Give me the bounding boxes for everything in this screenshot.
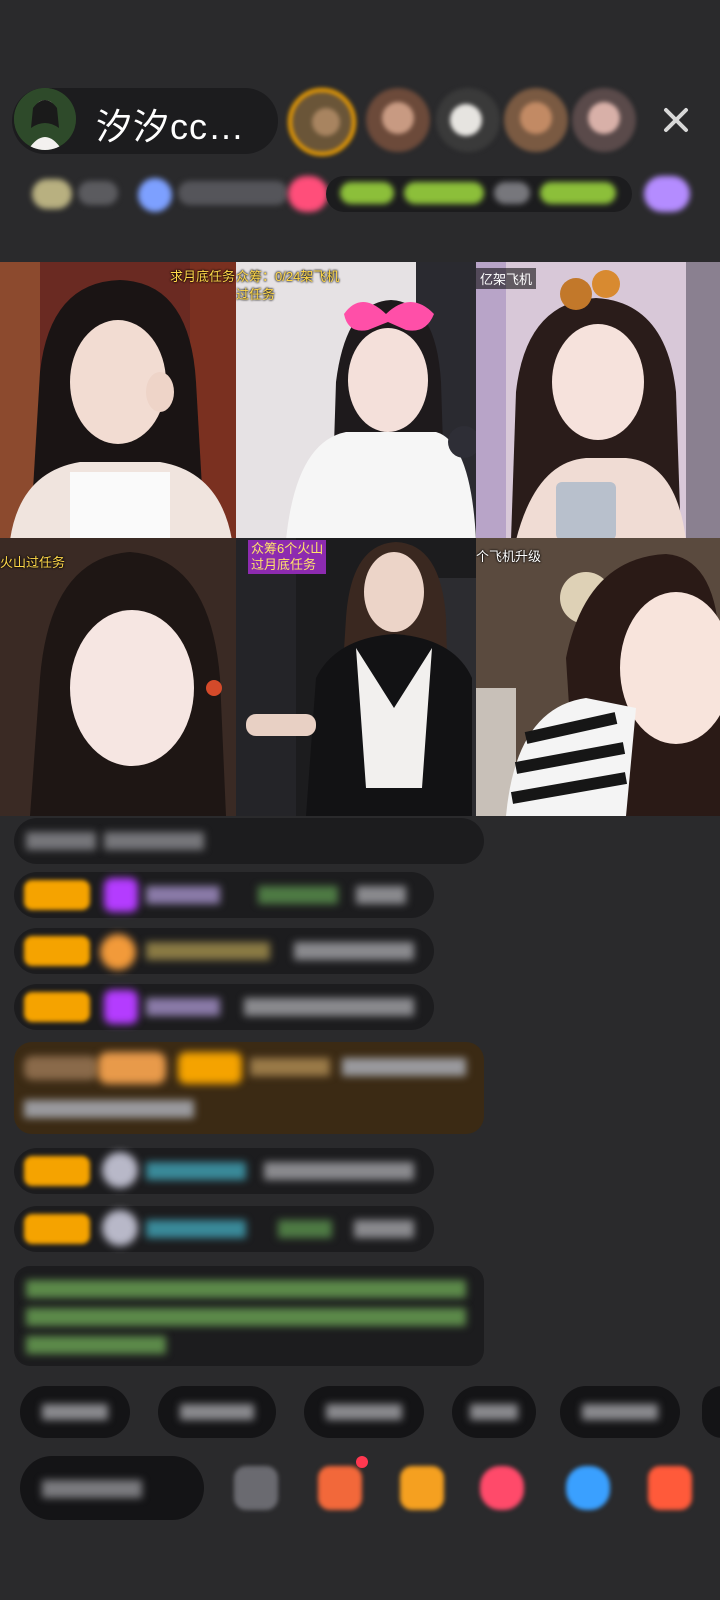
chat-message[interactable]	[14, 872, 434, 918]
guest-video-image	[236, 262, 476, 540]
fan-level-badge	[24, 1214, 90, 1244]
guest-video-image	[236, 538, 476, 816]
guest-task-tag: 个飞机升级	[476, 549, 542, 564]
host-name[interactable]: 汐汐cc…	[96, 98, 245, 150]
viewer-avatar-3[interactable]	[436, 88, 500, 152]
guest-video-image	[476, 262, 720, 540]
guest-video-4[interactable]: 火山过任务	[0, 538, 236, 816]
host-avatar[interactable]	[14, 88, 76, 150]
viewer-avatar-4[interactable]	[504, 88, 568, 152]
more-gifts-icon[interactable]	[648, 1466, 692, 1510]
guest-video-3[interactable]: 亿架飞机	[476, 262, 720, 540]
chat-message[interactable]	[14, 818, 484, 864]
diamond-icon	[104, 990, 138, 1024]
user-avatar	[102, 1210, 138, 1246]
noble-badge	[98, 1052, 166, 1084]
fan-level-badge	[24, 992, 90, 1022]
quick-action-button[interactable]	[20, 1386, 130, 1438]
avatar-image	[14, 88, 76, 150]
guest-video-1[interactable]: 求月底任务	[0, 262, 236, 540]
guest-video-5[interactable]: 众筹6个火山 过月底任务	[236, 538, 476, 816]
chat-message[interactable]	[14, 1148, 434, 1194]
highlight-chat-message[interactable]	[14, 1042, 484, 1134]
guest-video-2[interactable]: 众筹：0/24架飞机 过任务	[236, 262, 476, 540]
guest-video-image	[0, 538, 236, 816]
quick-action-button[interactable]	[560, 1386, 680, 1438]
guest-task-tag: 亿架飞机	[476, 268, 537, 289]
quick-action-button[interactable]	[158, 1386, 276, 1438]
multi-guest-video-grid: 求月底任务 众筹：0/24架飞机 过任务 亿架飞机 火山过任务 众筹6个火山 过…	[0, 262, 720, 816]
guest-task-tag: 众筹6个火山 过月底任务	[248, 540, 327, 574]
gift-fan-icon[interactable]	[644, 176, 690, 212]
fan-level-badge	[24, 936, 90, 966]
game-icon[interactable]	[566, 1466, 610, 1510]
rank-icon	[32, 179, 72, 209]
guest-video-image	[0, 262, 236, 540]
fan-level-badge	[24, 1156, 90, 1186]
diamond-icon	[104, 878, 138, 912]
quick-action-button[interactable]	[702, 1386, 720, 1438]
fan-level-badge	[178, 1052, 242, 1084]
quick-action-button[interactable]	[304, 1386, 424, 1438]
heart-icon[interactable]	[288, 176, 328, 212]
fan-club-icon	[100, 934, 136, 970]
quick-action-button[interactable]	[452, 1386, 536, 1438]
guest-task-tag: 求月底任务	[170, 269, 236, 284]
guest-video-6[interactable]: 个飞机升级	[476, 538, 720, 816]
guest-task-tag: 众筹：0/24架飞机	[236, 269, 340, 284]
close-icon[interactable]	[656, 100, 696, 140]
viewer-avatar-1[interactable]	[288, 88, 356, 156]
notification-dot	[356, 1456, 368, 1468]
treasure-icon[interactable]	[400, 1466, 444, 1510]
gift-box-icon[interactable]	[318, 1466, 362, 1510]
guest-task-tag: 过任务	[236, 287, 276, 302]
guest-task-tag: 火山过任务	[0, 555, 66, 570]
shield-icon	[138, 178, 172, 212]
emoji-icon[interactable]	[234, 1466, 278, 1510]
live-info-row	[20, 172, 700, 216]
fan-level-badge	[24, 880, 90, 910]
guest-video-image	[476, 538, 720, 816]
chat-message[interactable]	[14, 984, 434, 1030]
comment-input[interactable]	[20, 1456, 204, 1520]
chat-message[interactable]	[14, 928, 434, 974]
chat-message[interactable]	[14, 1206, 434, 1252]
viewer-avatar-5[interactable]	[572, 88, 636, 152]
viewer-avatar-2[interactable]	[366, 88, 430, 152]
system-notice-message	[14, 1266, 484, 1366]
lucky-bag-icon[interactable]	[480, 1466, 524, 1510]
user-avatar	[102, 1152, 138, 1188]
